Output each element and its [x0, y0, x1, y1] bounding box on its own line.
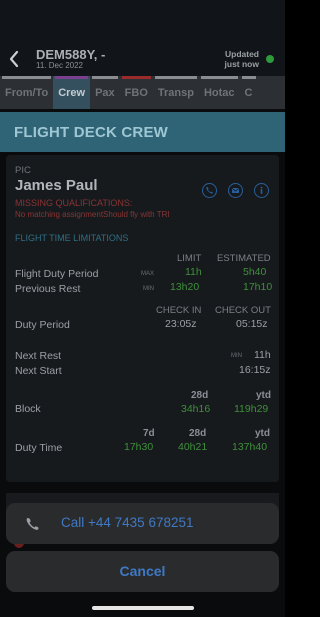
tab-indicator-bar	[200, 76, 238, 79]
crew-role: PIC	[15, 165, 31, 176]
tab-crew[interactable]: Crew	[53, 76, 91, 109]
updated-status: Updated just now	[225, 49, 259, 69]
duty-ytd-header: ytd	[255, 428, 270, 439]
flight-code: DEM588Y, -	[36, 47, 106, 62]
section-title: FLIGHT DECK CREW	[14, 124, 169, 141]
previous-rest-qualifier: MIN	[143, 286, 154, 292]
updated-line1: Updated	[225, 49, 259, 59]
flight-duty-estimated: 5h40	[243, 266, 267, 278]
block-ytd-value: 119h29	[234, 403, 269, 415]
email-icon[interactable]	[228, 183, 243, 198]
duty-7d-header: 7d	[143, 428, 155, 439]
updated-line2: just now	[224, 59, 259, 69]
tab-label: C	[244, 86, 253, 99]
flight-date: 11. Dec 2022	[36, 61, 83, 70]
check-in-value: 23:05z	[165, 318, 197, 330]
call-label: Call +44 7435 678251	[61, 515, 194, 530]
tab-indicator-bar	[55, 76, 89, 79]
tab-label: Hotac	[203, 86, 235, 99]
next-start-value: 16:15z	[239, 364, 271, 376]
call-button[interactable]: Call +44 7435 678251	[6, 503, 279, 544]
tab-fbo[interactable]: FBO	[120, 76, 153, 109]
block-28d-header: 28d	[191, 390, 209, 401]
tab-hotac[interactable]: Hotac	[199, 76, 240, 109]
tab-indicator-bar	[241, 76, 256, 79]
flight-duty-qualifier: MAX	[141, 271, 155, 277]
estimated-header: ESTIMATED	[217, 253, 271, 264]
next-rest-value: 11h	[254, 349, 271, 361]
tab-bar: From/To Crew Pax FBO Transp Hotac C	[0, 76, 285, 109]
next-start-label: Next Start	[15, 365, 62, 377]
tab-label: From/To	[5, 86, 49, 99]
duty-28d-header: 28d	[189, 428, 207, 439]
tab-label: FBO	[124, 86, 148, 99]
tab-transp[interactable]: Transp	[153, 76, 199, 109]
tab-indicator-bar	[2, 76, 52, 79]
flight-duty-limit: 11h	[185, 266, 202, 278]
previous-rest-limit: 13h20	[170, 281, 200, 293]
tab-label: Transp	[157, 86, 194, 99]
check-out-value: 05:15z	[236, 318, 268, 330]
duty-time-label: Duty Time	[15, 442, 63, 454]
check-out-header: CHECK OUT	[215, 305, 271, 316]
duty-7d-value: 17h30	[124, 441, 154, 453]
crew-card: PIC James Paul MISSING QUALIFICATIONS: N…	[6, 155, 279, 482]
cancel-button[interactable]: Cancel	[6, 551, 279, 592]
phone-icon[interactable]	[202, 183, 217, 198]
section-header: FLIGHT DECK CREW	[0, 112, 285, 152]
previous-rest-label: Previous Rest	[15, 283, 81, 295]
cancel-label: Cancel	[119, 563, 166, 579]
tab-pax[interactable]: Pax	[90, 76, 120, 109]
next-rest-qualifier: MIN	[231, 353, 242, 359]
tab-c[interactable]: C	[240, 76, 258, 109]
tab-indicator-bar	[154, 76, 197, 79]
tab-label: Pax	[95, 86, 115, 99]
home-indicator	[92, 606, 194, 610]
phone-icon	[26, 518, 39, 530]
duty-ytd-value: 137h40	[232, 441, 268, 453]
limit-header: LIMIT	[177, 253, 202, 264]
flight-duty-label: Flight Duty Period	[15, 268, 99, 280]
info-icon[interactable]	[254, 183, 269, 198]
tab-label: Crew	[58, 86, 86, 99]
missing-qualifications-detail: No matching assignmentShould fly with TR…	[15, 210, 170, 219]
sync-status-dot	[266, 55, 274, 63]
crew-name[interactable]: James Paul	[15, 177, 98, 194]
tab-indicator-bar	[92, 76, 118, 79]
next-rest-label: Next Rest	[15, 350, 62, 362]
check-in-header: CHECK IN	[156, 305, 202, 316]
tab-indicator-bar	[121, 76, 151, 79]
missing-qualifications-title: MISSING QUALIFICATIONS:	[15, 198, 133, 208]
ftl-title: FLIGHT TIME LIMITATIONS	[15, 233, 129, 243]
duty-28d-value: 40h21	[178, 441, 208, 453]
tab-from-to[interactable]: From/To	[0, 76, 53, 109]
previous-rest-estimated: 17h10	[243, 281, 273, 293]
duty-period-label: Duty Period	[15, 319, 70, 331]
block-28d-value: 34h16	[181, 403, 211, 415]
block-ytd-header: ytd	[256, 390, 271, 401]
block-label: Block	[15, 403, 41, 415]
app-header: DEM588Y, - 11. Dec 2022 Updated just now	[0, 0, 285, 76]
back-chevron-icon[interactable]	[8, 50, 20, 68]
